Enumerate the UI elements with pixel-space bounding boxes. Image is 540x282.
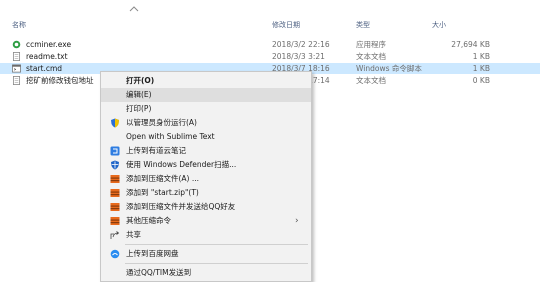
column-name-header[interactable]: 名称 bbox=[12, 20, 26, 30]
context-menu: 打开(O) 编辑(E) 打印(P) 以管理员身份运行(A) Open with … bbox=[100, 71, 312, 282]
menu-item-upload-youdao[interactable]: 上传到有道云笔记 bbox=[101, 144, 311, 158]
menu-item-upload-baidu[interactable]: 上传到百度网盘 bbox=[101, 247, 311, 261]
menu-item-label: 其他压缩命令 bbox=[126, 216, 171, 225]
exe-icon bbox=[12, 40, 21, 49]
menu-item-edit[interactable]: 编辑(E) bbox=[101, 88, 311, 102]
file-name: start.cmd bbox=[26, 64, 63, 73]
file-size: 1 KB bbox=[472, 64, 490, 73]
file-row[interactable]: readme.txt 2018/3/3 3:21 文本文档 1 KB bbox=[0, 51, 540, 62]
menu-item-label: Open with Sublime Text bbox=[126, 132, 215, 141]
menu-item-open-sublime[interactable]: Open with Sublime Text bbox=[101, 130, 311, 144]
menu-item-label: 添加到压缩文件并发送给QQ好友 bbox=[126, 202, 236, 211]
file-name: 挖矿前修改钱包地址 bbox=[26, 76, 94, 85]
menu-item-label: 通过QQ/TIM发送到 bbox=[126, 268, 192, 277]
menu-item-label: 上传到有道云笔记 bbox=[126, 146, 186, 155]
menu-item-label: 添加到 "start.zip"(T) bbox=[126, 188, 199, 197]
menu-item-label: 编辑(E) bbox=[126, 90, 152, 99]
menu-item-send-qq-tim[interactable]: 通过QQ/TIM发送到 bbox=[101, 266, 311, 280]
menu-item-label: 使用 Windows Defender扫描... bbox=[126, 160, 237, 169]
menu-item-add-to-archive[interactable]: 添加到压缩文件(A) ... bbox=[101, 172, 311, 186]
baidu-netdisk-icon bbox=[110, 249, 120, 259]
script-icon bbox=[12, 64, 21, 73]
sort-up-icon[interactable] bbox=[129, 6, 139, 12]
file-name: ccminer.exe bbox=[26, 40, 72, 49]
file-size: 1 KB bbox=[472, 52, 490, 61]
menu-item-label: 打开(O) bbox=[126, 76, 155, 85]
youdao-note-icon bbox=[110, 146, 120, 156]
file-row[interactable]: ccminer.exe 2018/3/2 22:16 应用程序 27,694 K… bbox=[0, 39, 540, 50]
menu-item-add-to-zip[interactable]: 添加到 "start.zip"(T) bbox=[101, 186, 311, 200]
column-type-header[interactable]: 类型 bbox=[356, 20, 370, 30]
menu-item-share[interactable]: 共享 bbox=[101, 228, 311, 242]
file-size: 0 KB bbox=[472, 76, 490, 85]
file-date: 2018/3/2 22:16 bbox=[272, 40, 330, 49]
menu-item-label: 打印(P) bbox=[126, 104, 152, 113]
menu-item-defender-scan[interactable]: 使用 Windows Defender扫描... bbox=[101, 158, 311, 172]
archive-icon bbox=[110, 175, 120, 183]
menu-item-run-as-admin[interactable]: 以管理员身份运行(A) bbox=[101, 116, 311, 130]
menu-separator bbox=[125, 263, 308, 264]
file-size: 27,694 KB bbox=[451, 40, 490, 49]
text-file-icon bbox=[12, 76, 21, 85]
column-header-row: 名称 修改日期 类型 大小 bbox=[0, 0, 540, 34]
menu-item-other-compress[interactable]: 其他压缩命令 › bbox=[101, 214, 311, 228]
text-file-icon bbox=[12, 52, 21, 61]
file-date: 2018/3/3 3:21 bbox=[272, 52, 325, 61]
menu-separator bbox=[125, 244, 308, 245]
column-date-header[interactable]: 修改日期 bbox=[272, 20, 300, 30]
submenu-arrow-icon: › bbox=[295, 216, 299, 226]
file-type: 应用程序 bbox=[356, 40, 386, 49]
archive-icon bbox=[110, 189, 120, 197]
menu-item-label: 共享 bbox=[126, 230, 141, 239]
file-type: Windows 命令脚本 bbox=[356, 64, 422, 73]
menu-item-print[interactable]: 打印(P) bbox=[101, 102, 311, 116]
menu-item-label: 上传到百度网盘 bbox=[126, 249, 179, 258]
file-type: 文本文档 bbox=[356, 52, 386, 61]
share-icon bbox=[110, 231, 120, 239]
menu-item-add-send-qq[interactable]: 添加到压缩文件并发送给QQ好友 bbox=[101, 200, 311, 214]
column-size-header[interactable]: 大小 bbox=[432, 20, 446, 30]
menu-item-label: 添加到压缩文件(A) ... bbox=[126, 174, 200, 183]
file-name: readme.txt bbox=[26, 52, 68, 61]
menu-item-label: 以管理员身份运行(A) bbox=[126, 118, 197, 127]
archive-icon bbox=[110, 203, 120, 211]
file-type: 文本文档 bbox=[356, 76, 386, 85]
uac-shield-icon bbox=[111, 118, 119, 128]
menu-item-open[interactable]: 打开(O) bbox=[101, 74, 311, 88]
archive-icon bbox=[110, 217, 120, 225]
windows-defender-icon bbox=[111, 160, 119, 170]
